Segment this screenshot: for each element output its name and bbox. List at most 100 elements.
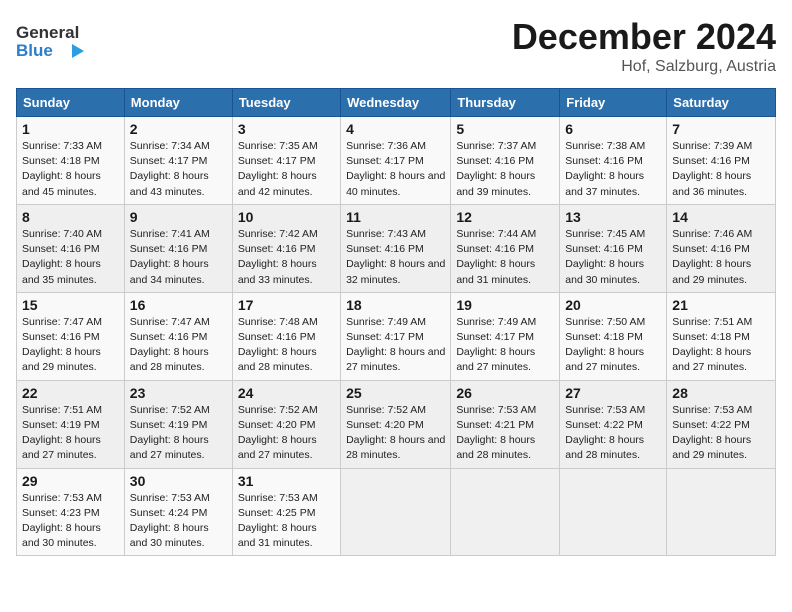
day-number: 10 — [238, 209, 335, 225]
calendar-cell — [451, 468, 560, 556]
calendar-cell: 5 Sunrise: 7:37 AMSunset: 4:16 PMDaylight… — [451, 117, 560, 205]
weekday-header-friday: Friday — [560, 89, 667, 117]
calendar-cell: 18 Sunrise: 7:49 AMSunset: 4:17 PMDayligh… — [341, 292, 451, 380]
day-number: 8 — [22, 209, 119, 225]
day-detail: Sunrise: 7:41 AMSunset: 4:16 PMDaylight:… — [130, 228, 210, 286]
calendar-cell: 30Sunrise: 7:53 AMSunset: 4:24 PMDayligh… — [124, 468, 232, 556]
calendar-cell: 11 Sunrise: 7:43 AMSunset: 4:16 PMDayligh… — [341, 204, 451, 292]
weekday-header-monday: Monday — [124, 89, 232, 117]
day-number: 21 — [672, 297, 770, 313]
calendar-cell: 9 Sunrise: 7:41 AMSunset: 4:16 PMDaylight… — [124, 204, 232, 292]
day-number: 27 — [565, 385, 661, 401]
calendar-cell: 12Sunrise: 7:44 AMSunset: 4:16 PMDayligh… — [451, 204, 560, 292]
day-number: 29 — [22, 473, 119, 489]
day-detail: Sunrise: 7:33 AMSunset: 4:18 PMDaylight:… — [22, 140, 102, 198]
calendar-cell: 4 Sunrise: 7:36 AMSunset: 4:17 PMDaylight… — [341, 117, 451, 205]
calendar-cell: 22 Sunrise: 7:51 AMSunset: 4:19 PMDayligh… — [17, 380, 125, 468]
title-block: December 2024 Hof, Salzburg, Austria — [512, 16, 776, 76]
weekday-header-thursday: Thursday — [451, 89, 560, 117]
day-detail: Sunrise: 7:52 AMSunset: 4:20 PMDaylight:… — [346, 404, 445, 462]
calendar-cell: 1 Sunrise: 7:33 AMSunset: 4:18 PMDaylight… — [17, 117, 125, 205]
calendar-table: SundayMondayTuesdayWednesdayThursdayFrid… — [16, 88, 776, 556]
day-number: 20 — [565, 297, 661, 313]
calendar-cell: 23 Sunrise: 7:52 AMSunset: 4:19 PMDayligh… — [124, 380, 232, 468]
calendar-cell: 6 Sunrise: 7:38 AMSunset: 4:16 PMDaylight… — [560, 117, 667, 205]
day-detail: Sunrise: 7:50 AMSunset: 4:18 PMDaylight:… — [565, 316, 645, 374]
calendar-cell: 17Sunrise: 7:48 AMSunset: 4:16 PMDayligh… — [232, 292, 340, 380]
calendar-cell: 28 Sunrise: 7:53 AMSunset: 4:22 PMDayligh… — [667, 380, 776, 468]
calendar-cell: 13Sunrise: 7:45 AMSunset: 4:16 PMDayligh… — [560, 204, 667, 292]
day-detail: Sunrise: 7:53 AMSunset: 4:22 PMDaylight:… — [672, 404, 752, 462]
day-detail: Sunrise: 7:37 AMSunset: 4:16 PMDaylight:… — [456, 140, 536, 198]
weekday-header-wednesday: Wednesday — [341, 89, 451, 117]
svg-text:Blue: Blue — [16, 41, 53, 60]
day-detail: Sunrise: 7:46 AMSunset: 4:16 PMDaylight:… — [672, 228, 752, 286]
day-number: 25 — [346, 385, 445, 401]
calendar-cell: 2 Sunrise: 7:34 AMSunset: 4:17 PMDaylight… — [124, 117, 232, 205]
day-number: 15 — [22, 297, 119, 313]
calendar-cell: 31 Sunrise: 7:53 AMSunset: 4:25 PMDayligh… — [232, 468, 340, 556]
day-detail: Sunrise: 7:35 AMSunset: 4:17 PMDaylight:… — [238, 140, 318, 198]
calendar-cell: 20 Sunrise: 7:50 AMSunset: 4:18 PMDayligh… — [560, 292, 667, 380]
day-number: 6 — [565, 121, 661, 137]
day-number: 23 — [130, 385, 227, 401]
day-number: 4 — [346, 121, 445, 137]
day-detail: Sunrise: 7:43 AMSunset: 4:16 PMDaylight:… — [346, 228, 445, 286]
day-number: 22 — [22, 385, 119, 401]
day-detail: Sunrise: 7:53 AMSunset: 4:21 PMDaylight:… — [456, 404, 536, 462]
day-number: 5 — [456, 121, 554, 137]
day-detail: Sunrise: 7:53 AMSunset: 4:23 PMDaylight:… — [22, 492, 102, 550]
calendar-cell: 16Sunrise: 7:47 AMSunset: 4:16 PMDayligh… — [124, 292, 232, 380]
day-number: 1 — [22, 121, 119, 137]
day-detail: Sunrise: 7:49 AMSunset: 4:17 PMDaylight:… — [346, 316, 445, 374]
calendar-cell: 19Sunrise: 7:49 AMSunset: 4:17 PMDayligh… — [451, 292, 560, 380]
day-detail: Sunrise: 7:34 AMSunset: 4:17 PMDaylight:… — [130, 140, 210, 198]
calendar-cell — [560, 468, 667, 556]
day-number: 11 — [346, 209, 445, 225]
day-detail: Sunrise: 7:52 AMSunset: 4:20 PMDaylight:… — [238, 404, 318, 462]
day-number: 26 — [456, 385, 554, 401]
calendar-week-row: 29 Sunrise: 7:53 AMSunset: 4:23 PMDayligh… — [17, 468, 776, 556]
location-subtitle: Hof, Salzburg, Austria — [512, 58, 776, 76]
day-detail: Sunrise: 7:44 AMSunset: 4:16 PMDaylight:… — [456, 228, 536, 286]
day-detail: Sunrise: 7:51 AMSunset: 4:18 PMDaylight:… — [672, 316, 752, 374]
day-number: 7 — [672, 121, 770, 137]
day-number: 14 — [672, 209, 770, 225]
calendar-cell — [667, 468, 776, 556]
day-detail: Sunrise: 7:42 AMSunset: 4:16 PMDaylight:… — [238, 228, 318, 286]
weekday-header-saturday: Saturday — [667, 89, 776, 117]
day-detail: Sunrise: 7:52 AMSunset: 4:19 PMDaylight:… — [130, 404, 210, 462]
calendar-cell: 29 Sunrise: 7:53 AMSunset: 4:23 PMDayligh… — [17, 468, 125, 556]
weekday-header-row: SundayMondayTuesdayWednesdayThursdayFrid… — [17, 89, 776, 117]
day-number: 17 — [238, 297, 335, 313]
day-number: 31 — [238, 473, 335, 489]
calendar-cell — [341, 468, 451, 556]
calendar-cell: 14 Sunrise: 7:46 AMSunset: 4:16 PMDayligh… — [667, 204, 776, 292]
day-detail: Sunrise: 7:53 AMSunset: 4:22 PMDaylight:… — [565, 404, 645, 462]
day-number: 19 — [456, 297, 554, 313]
logo-icon: General Blue — [16, 16, 86, 66]
day-number: 30 — [130, 473, 227, 489]
day-detail: Sunrise: 7:53 AMSunset: 4:25 PMDaylight:… — [238, 492, 318, 550]
weekday-header-tuesday: Tuesday — [232, 89, 340, 117]
calendar-cell: 26 Sunrise: 7:53 AMSunset: 4:21 PMDayligh… — [451, 380, 560, 468]
weekday-header-sunday: Sunday — [17, 89, 125, 117]
day-number: 2 — [130, 121, 227, 137]
calendar-cell: 7Sunrise: 7:39 AMSunset: 4:16 PMDaylight… — [667, 117, 776, 205]
day-number: 18 — [346, 297, 445, 313]
day-detail: Sunrise: 7:38 AMSunset: 4:16 PMDaylight:… — [565, 140, 645, 198]
day-detail: Sunrise: 7:51 AMSunset: 4:19 PMDaylight:… — [22, 404, 102, 462]
day-detail: Sunrise: 7:45 AMSunset: 4:16 PMDaylight:… — [565, 228, 645, 286]
calendar-cell: 27 Sunrise: 7:53 AMSunset: 4:22 PMDayligh… — [560, 380, 667, 468]
logo: General Blue — [16, 16, 86, 66]
calendar-cell: 21 Sunrise: 7:51 AMSunset: 4:18 PMDayligh… — [667, 292, 776, 380]
month-title: December 2024 — [512, 16, 776, 58]
calendar-week-row: 22 Sunrise: 7:51 AMSunset: 4:19 PMDayligh… — [17, 380, 776, 468]
calendar-cell: 15 Sunrise: 7:47 AMSunset: 4:16 PMDayligh… — [17, 292, 125, 380]
calendar-cell: 24 Sunrise: 7:52 AMSunset: 4:20 PMDayligh… — [232, 380, 340, 468]
day-detail: Sunrise: 7:36 AMSunset: 4:17 PMDaylight:… — [346, 140, 445, 198]
day-detail: Sunrise: 7:47 AMSunset: 4:16 PMDaylight:… — [22, 316, 102, 374]
day-number: 9 — [130, 209, 227, 225]
day-number: 28 — [672, 385, 770, 401]
day-number: 24 — [238, 385, 335, 401]
